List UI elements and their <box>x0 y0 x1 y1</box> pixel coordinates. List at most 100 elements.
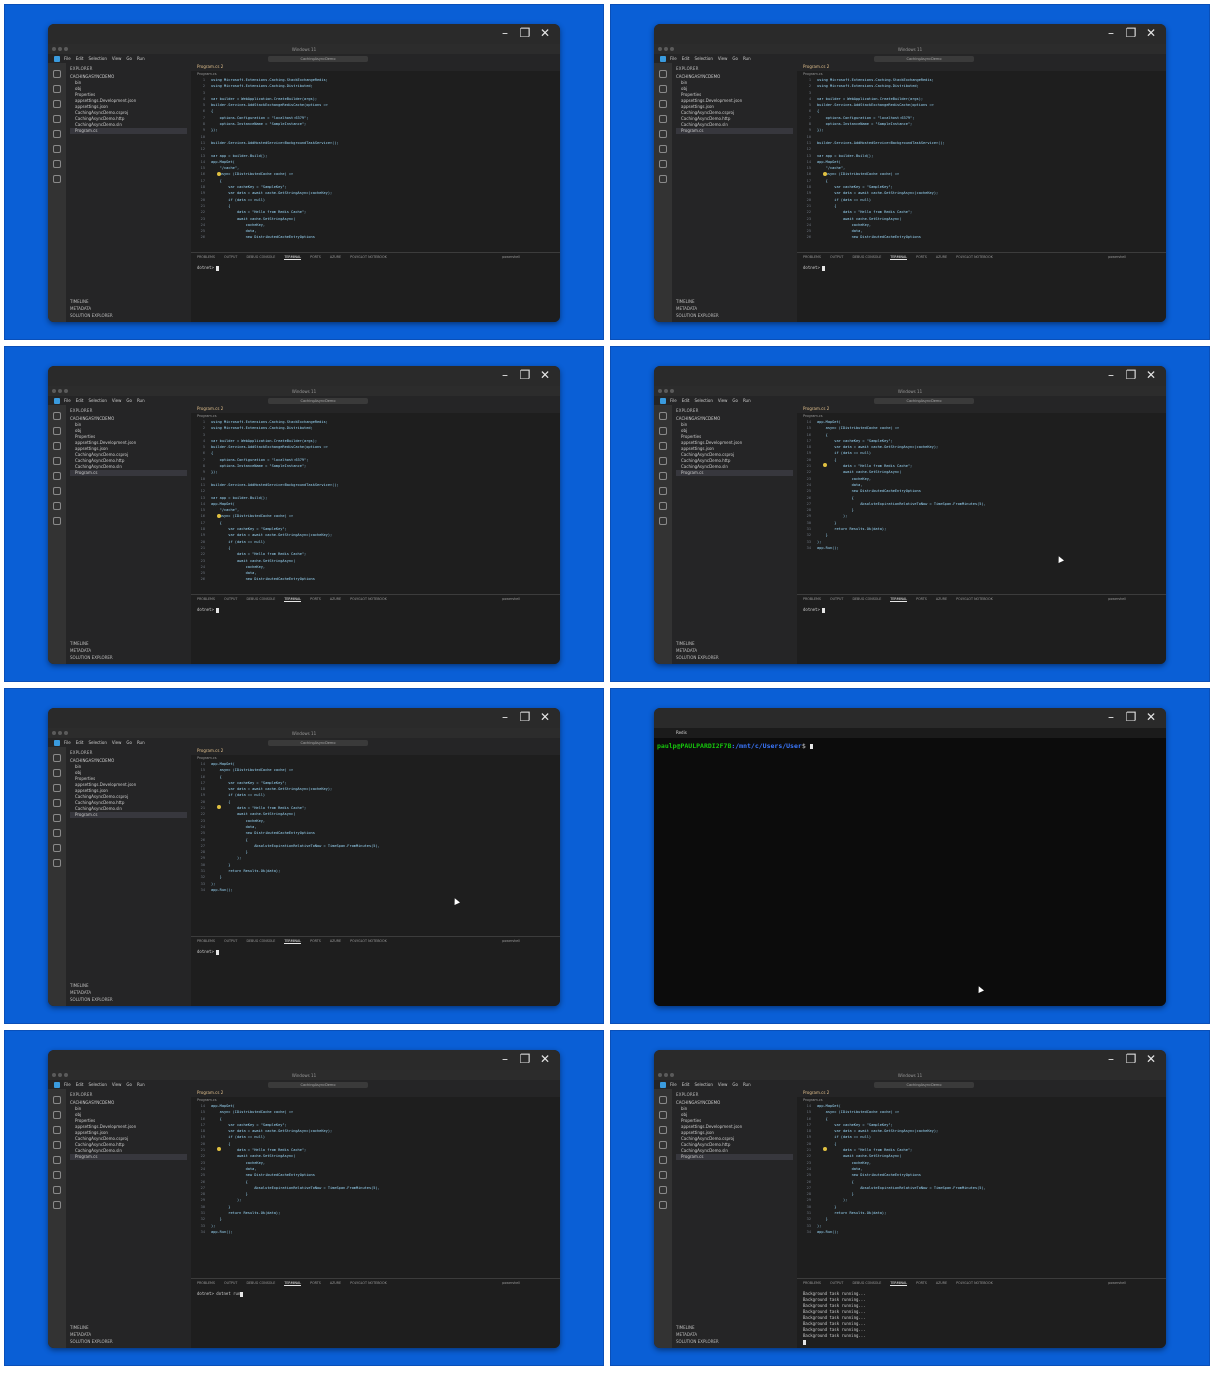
source-control-icon[interactable] <box>659 442 667 450</box>
app-window[interactable]: – ❐ ✕ Windows 11 File Edit Selection View Go Run C… <box>48 24 560 322</box>
terminal-shell-label[interactable]: powershell <box>1108 255 1126 259</box>
menu-item[interactable]: Run <box>137 56 145 61</box>
remote-icon[interactable] <box>53 487 61 495</box>
explorer-footer-section[interactable]: SOLUTION EXPLORER <box>676 1338 719 1345</box>
remote-icon[interactable] <box>53 829 61 837</box>
explorer-footer-section[interactable]: SOLUTION EXPLORER <box>70 312 113 319</box>
menu-item[interactable]: View <box>112 398 122 403</box>
menu-item[interactable]: Go <box>126 398 132 403</box>
menu-item[interactable]: View <box>112 740 122 745</box>
menu-item[interactable]: Run <box>137 1082 145 1087</box>
panel-tab[interactable]: PROBLEMS <box>197 597 215 601</box>
app-window[interactable]: – ❐ ✕ Windows 11 File Edit Selection View Go Run C… <box>48 1050 560 1348</box>
menu-item[interactable]: Edit <box>682 56 690 61</box>
extensions-icon[interactable] <box>659 130 667 138</box>
code-editor[interactable]: Program.cs 2 Program.cs 14 app.MapGet(15 as… <box>191 747 560 936</box>
panel-tab[interactable]: TERMINAL <box>890 255 908 260</box>
extensions-icon[interactable] <box>659 1156 667 1164</box>
panel-tab[interactable]: DEBUG CONSOLE <box>246 597 275 601</box>
menu-item[interactable]: Go <box>732 398 738 403</box>
command-search[interactable]: CachingAsyncDemo <box>268 55 368 62</box>
menu-item[interactable]: Selection <box>88 398 106 403</box>
search-icon[interactable] <box>53 1111 61 1119</box>
app-window[interactable]: – ❐ ✕ Windows 11 File Edit Selection View Go Run C… <box>48 708 560 1006</box>
minimize-icon[interactable]: – <box>1104 368 1118 382</box>
menu-item[interactable]: Run <box>743 398 751 403</box>
panel-tab[interactable]: PORTS <box>310 1281 321 1285</box>
run-debug-icon[interactable] <box>659 457 667 465</box>
panel-tab[interactable]: DEBUG CONSOLE <box>246 939 275 943</box>
panel-tab[interactable]: PORTS <box>310 597 321 601</box>
search-icon[interactable] <box>53 769 61 777</box>
maximize-icon[interactable]: ❐ <box>518 710 532 724</box>
remote-icon[interactable] <box>659 1171 667 1179</box>
files-icon[interactable] <box>53 1096 61 1104</box>
menu-item[interactable]: File <box>64 398 71 403</box>
integrated-terminal[interactable]: dotnet> <box>797 261 1166 275</box>
panel-tab[interactable]: AZURE <box>936 597 947 601</box>
editor-tab[interactable]: Program.cs 2 <box>191 1089 560 1097</box>
menu-item[interactable]: File <box>670 56 677 61</box>
panel-tab[interactable]: TERMINAL <box>890 1281 908 1286</box>
maximize-icon[interactable]: ❐ <box>1124 368 1138 382</box>
maximize-icon[interactable]: ❐ <box>1124 710 1138 724</box>
panel-tab[interactable]: PROBLEMS <box>197 1281 215 1285</box>
panel-tab[interactable]: PORTS <box>310 939 321 943</box>
minimize-icon[interactable]: – <box>498 26 512 40</box>
menu-item[interactable]: File <box>64 1082 71 1087</box>
test-icon[interactable] <box>53 1186 61 1194</box>
menu-item[interactable]: Run <box>137 740 145 745</box>
maximize-icon[interactable]: ❐ <box>1124 26 1138 40</box>
search-icon[interactable] <box>659 85 667 93</box>
menu-item[interactable]: View <box>112 1082 122 1087</box>
explorer-file-item[interactable]: Program.cs <box>676 1154 793 1160</box>
files-icon[interactable] <box>659 412 667 420</box>
code-editor[interactable]: Program.cs 2 Program.cs 14 app.MapGet(15 as… <box>797 405 1166 594</box>
explorer-footer-section[interactable]: TIMELINE <box>676 1324 719 1331</box>
close-icon[interactable]: ✕ <box>1144 368 1158 382</box>
explorer-file-item[interactable]: Program.cs <box>70 1154 187 1160</box>
maximize-icon[interactable]: ❐ <box>518 1052 532 1066</box>
panel-tab[interactable]: PORTS <box>916 1281 927 1285</box>
menu-item[interactable]: Run <box>743 1082 751 1087</box>
explorer-footer-section[interactable]: METADATA <box>676 1331 719 1338</box>
explorer-footer-section[interactable]: TIMELINE <box>676 298 719 305</box>
panel-tab[interactable]: OUTPUT <box>830 597 843 601</box>
terminal-tab-redis[interactable]: Redis <box>676 730 687 735</box>
explorer-footer-section[interactable]: METADATA <box>676 647 719 654</box>
app-window[interactable]: – ❐ ✕ Windows 11 File Edit Selection View Go Run C… <box>48 366 560 664</box>
extensions-icon[interactable] <box>53 814 61 822</box>
panel-tab[interactable]: PORTS <box>916 597 927 601</box>
account-icon[interactable] <box>53 859 61 867</box>
panel-tab[interactable]: OUTPUT <box>830 1281 843 1285</box>
remote-icon[interactable] <box>659 487 667 495</box>
explorer-footer-section[interactable]: TIMELINE <box>70 1324 113 1331</box>
menu-item[interactable]: Edit <box>76 740 84 745</box>
menu-item[interactable]: File <box>64 740 71 745</box>
test-icon[interactable] <box>53 160 61 168</box>
menu-item[interactable]: Edit <box>682 398 690 403</box>
menu-item[interactable]: File <box>64 56 71 61</box>
explorer-footer-section[interactable]: METADATA <box>70 1331 113 1338</box>
editor-tab[interactable]: Program.cs 2 <box>797 63 1166 71</box>
search-icon[interactable] <box>53 427 61 435</box>
source-control-icon[interactable] <box>53 100 61 108</box>
app-window[interactable]: – ❐ ✕ Windows 11 File Edit Selection View Go Run C… <box>654 1050 1166 1348</box>
app-window[interactable]: – ❐ ✕ Windows 11 File Edit Selection View Go Run C… <box>654 24 1166 322</box>
menu-item[interactable]: Go <box>126 1082 132 1087</box>
panel-tab[interactable]: DEBUG CONSOLE <box>852 255 881 259</box>
source-control-icon[interactable] <box>53 442 61 450</box>
menu-item[interactable]: Selection <box>694 398 712 403</box>
menu-item[interactable]: View <box>718 56 728 61</box>
integrated-terminal[interactable]: dotnet> <box>797 603 1166 617</box>
explorer-footer-section[interactable]: SOLUTION EXPLORER <box>70 1338 113 1345</box>
panel-tab[interactable]: POLYGLOT NOTEBOOK <box>956 1281 993 1285</box>
panel-tab[interactable]: PORTS <box>916 255 927 259</box>
run-debug-icon[interactable] <box>659 1141 667 1149</box>
account-icon[interactable] <box>659 517 667 525</box>
panel-tab[interactable]: PROBLEMS <box>197 255 215 259</box>
code-editor[interactable]: Program.cs 2 Program.cs 14 app.MapGet(15 as… <box>797 1089 1166 1278</box>
minimize-icon[interactable]: – <box>1104 710 1118 724</box>
command-search[interactable]: CachingAsyncDemo <box>268 1081 368 1088</box>
terminal-shell-label[interactable]: powershell <box>502 1281 520 1285</box>
